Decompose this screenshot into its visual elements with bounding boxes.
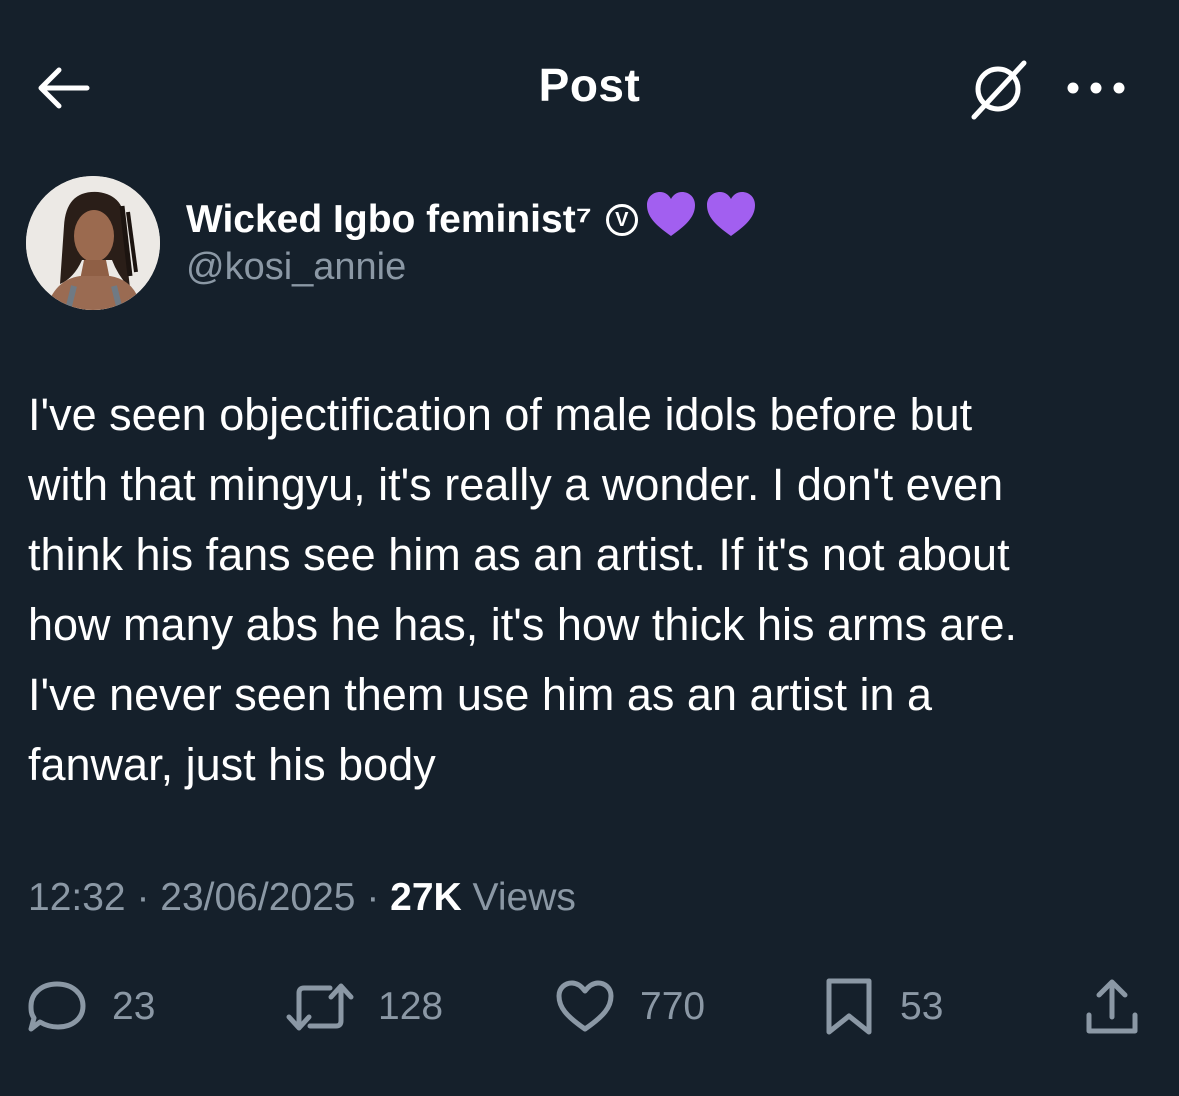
action-bar: 23 128 770 53 bbox=[0, 972, 1179, 1042]
tweet-meta: 12:32 · 23/06/2025 · 27K Views bbox=[28, 876, 576, 920]
bookmark-count: 53 bbox=[900, 985, 944, 1028]
display-name[interactable]: Wicked Igbo feminist⁷ V bbox=[186, 190, 758, 250]
tweet-time[interactable]: 12:32 bbox=[28, 876, 126, 919]
top-bar: Post bbox=[0, 0, 1179, 170]
more-button[interactable] bbox=[1060, 66, 1132, 110]
display-name-text: Wicked Igbo feminist⁷ bbox=[186, 198, 592, 241]
grok-button[interactable] bbox=[962, 56, 1034, 122]
avatar-image bbox=[26, 176, 160, 310]
repost-icon bbox=[286, 983, 354, 1031]
user-handle[interactable]: @kosi_annie bbox=[186, 246, 406, 289]
avatar[interactable] bbox=[26, 176, 160, 310]
purple-heart-icon bbox=[644, 190, 698, 250]
reply-button[interactable]: 23 bbox=[26, 972, 155, 1042]
like-count: 770 bbox=[640, 985, 706, 1028]
reply-icon bbox=[28, 981, 86, 1032]
heart-icon bbox=[556, 980, 614, 1032]
views-label: Views bbox=[461, 876, 576, 919]
tweet-date[interactable]: 23/06/2025 bbox=[160, 876, 355, 919]
meta-separator: · bbox=[355, 876, 391, 919]
tweet-text: I've seen objectification of male idols … bbox=[28, 389, 1018, 790]
grok-icon bbox=[971, 60, 1027, 120]
repost-count: 128 bbox=[378, 985, 444, 1028]
reply-count: 23 bbox=[112, 985, 156, 1028]
views-count[interactable]: 27K bbox=[390, 876, 462, 919]
meta-separator: · bbox=[125, 876, 161, 919]
bookmark-icon bbox=[826, 978, 872, 1035]
share-button[interactable] bbox=[1082, 972, 1142, 1042]
repost-button[interactable]: 128 bbox=[286, 972, 443, 1042]
purple-heart-icon bbox=[704, 190, 758, 250]
author-block: Wicked Igbo feminist⁷ V @kosi_annie bbox=[26, 176, 1146, 316]
more-icon bbox=[1067, 82, 1125, 94]
like-button[interactable]: 770 bbox=[554, 972, 705, 1042]
share-icon bbox=[1086, 979, 1138, 1034]
bookmark-button[interactable]: 53 bbox=[822, 972, 943, 1042]
verified-badge: V bbox=[605, 204, 638, 236]
